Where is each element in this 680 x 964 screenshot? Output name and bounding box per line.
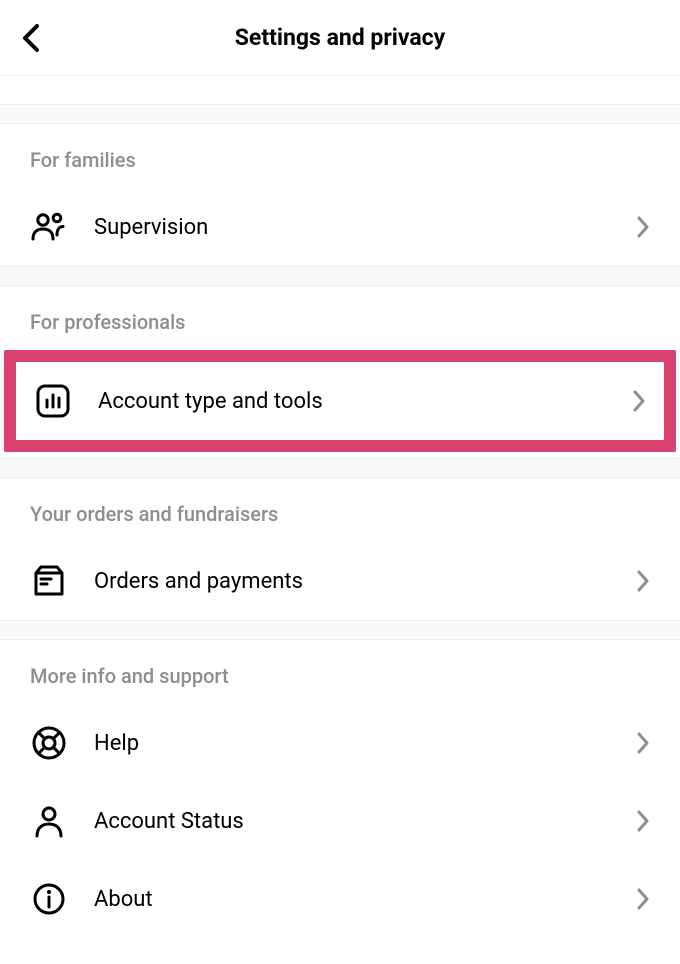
section-header-support: More info and support — [0, 640, 680, 704]
settings-item-label: Help — [94, 731, 610, 756]
chevron-right-icon — [636, 887, 650, 911]
chevron-right-icon — [636, 731, 650, 755]
settings-item-label: Account Status — [94, 809, 610, 834]
settings-item-account-status[interactable]: Account Status — [0, 782, 680, 860]
settings-item-label: Orders and payments — [94, 569, 610, 594]
info-icon — [30, 880, 68, 918]
header-bar: Settings and privacy — [0, 0, 680, 76]
settings-item-help[interactable]: Help — [0, 704, 680, 782]
partial-previous-section — [0, 76, 680, 104]
section-header-families: For families — [0, 124, 680, 188]
settings-item-orders-payments[interactable]: Orders and payments — [0, 542, 680, 620]
settings-item-account-type-tools[interactable]: Account type and tools — [16, 362, 664, 440]
back-button[interactable] — [20, 23, 42, 53]
settings-item-label: Account type and tools — [98, 389, 606, 414]
chevron-right-icon — [636, 809, 650, 833]
section-header-professionals: For professionals — [0, 286, 680, 350]
settings-item-about[interactable]: About — [0, 860, 680, 938]
page-title: Settings and privacy — [20, 24, 660, 51]
section-divider — [0, 104, 680, 124]
section-divider — [0, 620, 680, 640]
chevron-left-icon — [20, 23, 42, 53]
chart-icon — [34, 382, 72, 420]
settings-item-supervision[interactable]: Supervision — [0, 188, 680, 266]
people-icon — [30, 208, 68, 246]
chevron-right-icon — [632, 389, 646, 413]
chevron-right-icon — [636, 569, 650, 593]
box-icon — [30, 562, 68, 600]
settings-item-label: About — [94, 887, 610, 912]
settings-item-label: Supervision — [94, 215, 610, 240]
highlighted-item: Account type and tools — [4, 350, 676, 452]
lifebuoy-icon — [30, 724, 68, 762]
person-icon — [30, 802, 68, 840]
chevron-right-icon — [636, 215, 650, 239]
section-header-orders: Your orders and fundraisers — [0, 478, 680, 542]
section-divider — [0, 458, 680, 478]
section-divider — [0, 266, 680, 286]
